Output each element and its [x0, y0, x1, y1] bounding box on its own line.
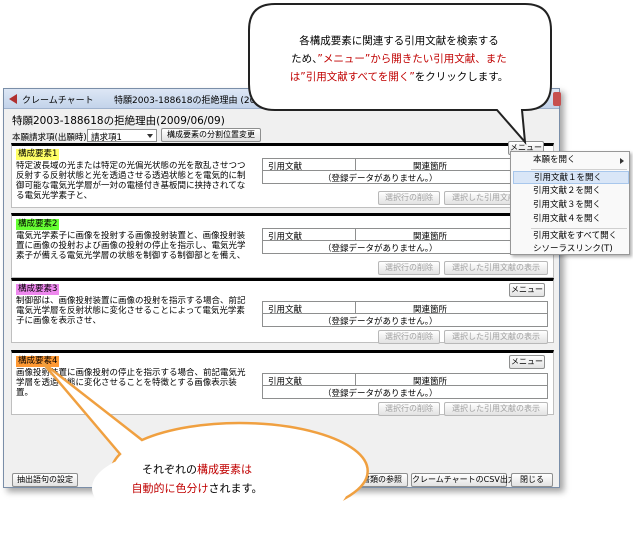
empty-message: （登録データがありません。）	[323, 244, 438, 254]
citation-table[interactable]: 引用文献 関連箇所 （登録データがありません。）	[262, 301, 548, 327]
menu-button[interactable]: メニュー	[509, 283, 545, 297]
close-button[interactable]: 閉じる	[511, 473, 553, 487]
column-divider	[355, 159, 356, 171]
citation-table-header: 引用文献 関連箇所	[263, 302, 547, 315]
callout-bottom-bubble	[41, 361, 369, 534]
callout-bottom-line1-b: 構成要素は	[197, 463, 252, 476]
context-menu: 本願を開く 引用文献１を開く 引用文献２を開く 引用文献３を開く 引用文献４を開…	[510, 151, 630, 255]
citation-table-header: 引用文献 関連箇所	[263, 159, 547, 172]
callout-bottom-line2-b: されます。	[208, 482, 263, 495]
claim-selector-label: 本願請求項(出願時):	[12, 133, 90, 143]
callout-bottom: それぞれの構成要素は 自動的に色分けされます。	[41, 361, 369, 537]
menu-separator	[531, 228, 627, 229]
header-location: 関連箇所	[413, 162, 448, 172]
header-location: 関連箇所	[413, 305, 448, 315]
menu-item-open-citation-4[interactable]: 引用文献４を開く	[513, 213, 629, 226]
element-panel-1: 構成要素1 特定波長域の光または特定の光偏光状態の光を散乱させつつ反射する反射状…	[11, 143, 554, 208]
window-title-app: クレームチャート	[22, 96, 94, 106]
element-text: 特定波長域の光または特定の光偏光状態の光を散乱させつつ反射する反射状態と光を透過…	[16, 161, 246, 201]
callout-top-line2-b: ”メニュー”から開きたい引用文献、また	[317, 53, 507, 65]
menu-item-open-citation-3[interactable]: 引用文献３を開く	[513, 199, 629, 212]
column-divider	[355, 302, 356, 314]
column-divider	[355, 229, 356, 241]
csv-export-button[interactable]: クレームチャートのCSV出力	[411, 473, 516, 487]
split-position-button[interactable]: 構成要素の分割位置変更	[161, 128, 261, 142]
element-label: 構成要素1	[16, 149, 60, 160]
element-panel-3: 構成要素3 メニュー 制御部は、画像投射装置に画像の投射を指示する場合、前記電気…	[11, 278, 554, 344]
callout-top-line2: ため、”メニュー”から開きたい引用文献、また	[259, 50, 539, 68]
callout-bottom-line1: それぞれの構成要素は	[97, 460, 297, 479]
callout-top: 各構成要素に関連する引用文献を検索する ため、”メニュー”から開きたい引用文献、…	[247, 2, 554, 145]
menu-button[interactable]: メニュー	[509, 355, 545, 369]
menu-item-open-application[interactable]: 本願を開く	[513, 154, 629, 167]
show-selected-button[interactable]: 選択した引用文献の表示	[444, 402, 548, 416]
element-label: 構成要素2	[16, 219, 60, 230]
menu-item-label: 本願を開く	[533, 155, 576, 165]
menu-item-open-citation-1[interactable]: 引用文献１を開く	[513, 171, 629, 184]
column-divider	[355, 374, 356, 386]
show-selected-button[interactable]: 選択した引用文献の表示	[444, 330, 548, 344]
menu-separator	[531, 169, 627, 170]
element-text: 制御部は、画像投射装置に画像の投射を指示する場合、前記電気光学層を反射状態に変化…	[16, 296, 246, 326]
element-label: 構成要素3	[16, 284, 60, 295]
menu-item-open-all-citations[interactable]: 引用文献をすべて開く	[513, 230, 629, 243]
callout-top-line3-b: をクリックします。	[414, 71, 509, 83]
header-citation: 引用文献	[268, 305, 303, 315]
citation-table[interactable]: 引用文献 関連箇所 （登録データがありません。）	[262, 158, 548, 184]
callout-bottom-line2-a: 自動的に色分け	[131, 482, 209, 495]
callout-top-text: 各構成要素に関連する引用文献を検索する ため、”メニュー”から開きたい引用文献、…	[259, 32, 539, 86]
element-panel-2: 構成要素2 電気光学素子に画像を投射する画像投射装置と、画像投射装置に画像の投射…	[11, 213, 554, 278]
menu-item-open-citation-2[interactable]: 引用文献２を開く	[513, 185, 629, 198]
header-location: 関連箇所	[413, 232, 448, 242]
window-close-icon[interactable]	[553, 92, 561, 106]
callout-bottom-text: それぞれの構成要素は 自動的に色分けされます。	[97, 460, 297, 498]
callout-top-line3-a: は”引用文献すべてを開く”	[289, 71, 415, 83]
callout-top-line2-a: ため、	[291, 53, 318, 65]
callout-bottom-line1-a: それぞれの	[142, 463, 197, 476]
delete-selected-button[interactable]: 選択行の削除	[378, 330, 440, 344]
page-title: 特願2003-188618の拒絶理由(2009/06/09)	[12, 115, 225, 127]
chevron-right-icon	[620, 158, 624, 164]
citation-table-header: 引用文献 関連箇所	[263, 229, 547, 242]
callout-top-line1: 各構成要素に関連する引用文献を検索する	[299, 35, 499, 47]
show-selected-button[interactable]: 選択した引用文献の表示	[444, 261, 548, 275]
header-citation: 引用文献	[268, 162, 303, 172]
delete-selected-button[interactable]: 選択行の削除	[378, 402, 440, 416]
citation-table[interactable]: 引用文献 関連箇所 （登録データがありません。）	[262, 228, 548, 254]
claim-select[interactable]: 請求項1	[87, 129, 157, 143]
callout-bottom-line2: 自動的に色分けされます。	[97, 479, 297, 498]
claim-select-value: 請求項1	[91, 133, 122, 143]
empty-message: （登録データがありません。）	[323, 174, 438, 184]
menu-item-thesaurus-link[interactable]: シソーラスリンク(T)	[513, 243, 629, 255]
delete-selected-button[interactable]: 選択行の削除	[378, 261, 440, 275]
callout-top-line3: は”引用文献すべてを開く”をクリックします。	[259, 68, 539, 86]
delete-selected-button[interactable]: 選択行の削除	[378, 191, 440, 205]
header-citation: 引用文献	[268, 232, 303, 242]
app-icon	[9, 94, 17, 104]
empty-message: （登録データがありません。）	[323, 317, 438, 327]
chevron-down-icon	[147, 134, 153, 138]
element-text: 電気光学素子に画像を投射する画像投射装置と、画像投射装置に画像の投射および画像の…	[16, 231, 246, 261]
header-location: 関連箇所	[413, 377, 448, 387]
